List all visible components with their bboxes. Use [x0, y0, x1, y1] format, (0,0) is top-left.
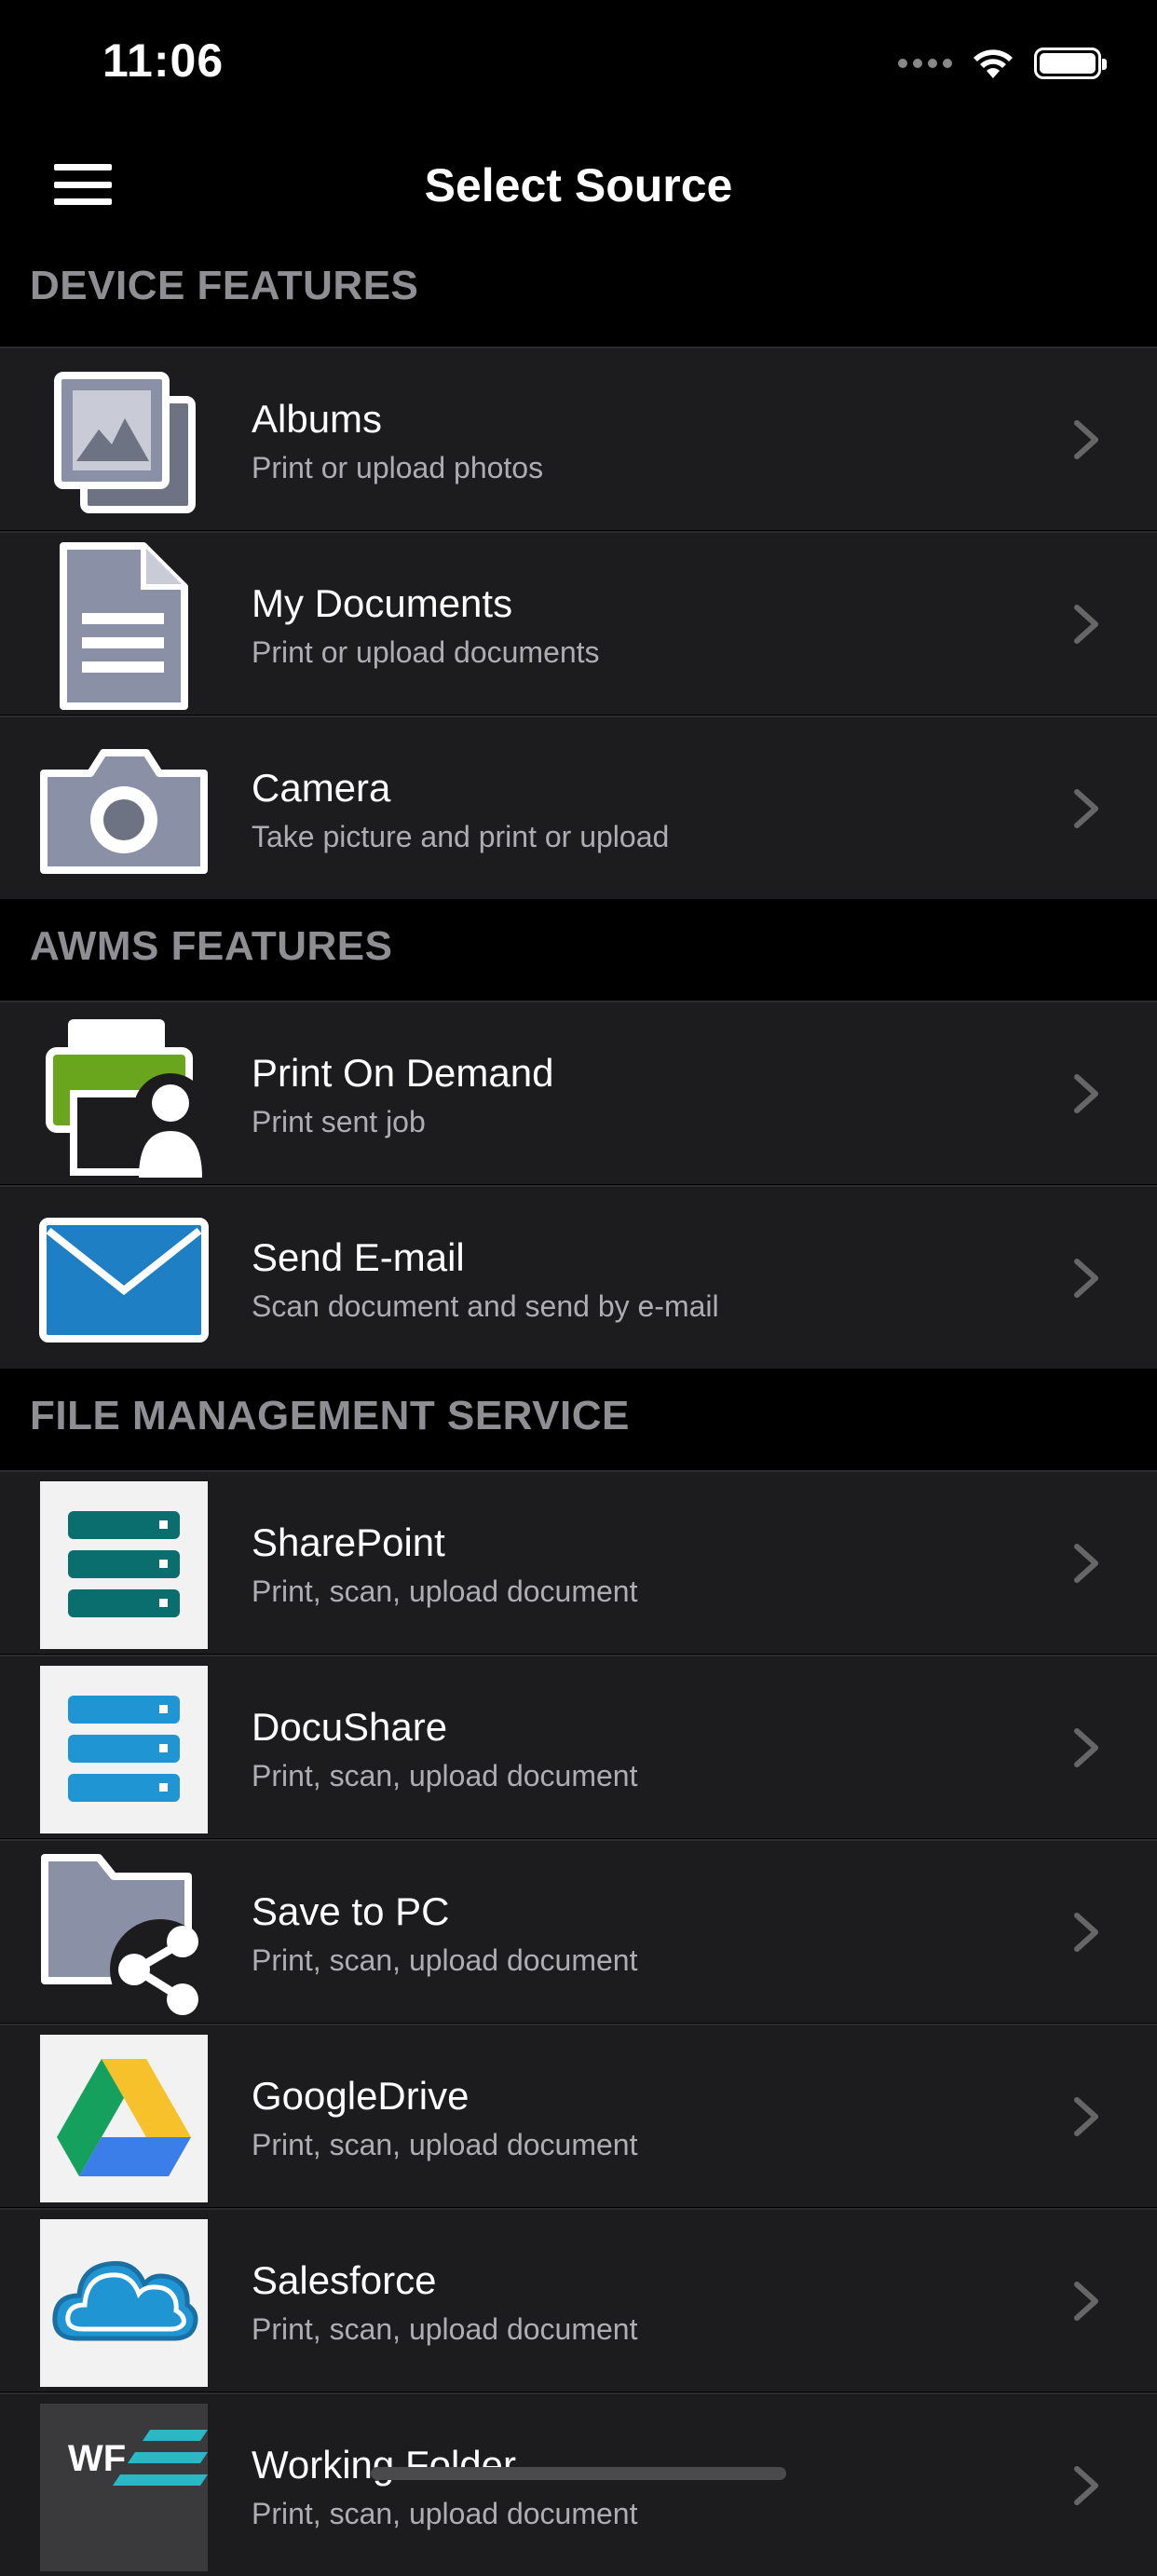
list-item-working-folder[interactable]: WF Working Folder Print, scan, upload do…: [0, 2392, 1157, 2576]
chevron-right-icon: [1074, 1728, 1098, 1767]
cloud-icon: [37, 2219, 210, 2387]
item-title: GoogleDrive: [252, 2074, 470, 2118]
item-title: My Documents: [252, 581, 513, 625]
item-subtitle: Print, scan, upload document: [252, 1759, 638, 1792]
item-subtitle: Scan document and send by e-mail: [252, 1289, 719, 1323]
navigation-bar: Select Source: [0, 130, 1157, 239]
item-subtitle: Print, scan, upload document: [252, 2312, 638, 2346]
wifi-icon: [973, 49, 1013, 78]
item-subtitle: Print, scan, upload document: [252, 2497, 638, 2530]
list-item-print-on-demand[interactable]: Print On Demand Print sent job: [0, 1001, 1157, 1184]
chevron-right-icon: [1074, 789, 1098, 828]
google-drive-icon: [37, 2035, 210, 2202]
envelope-icon: [37, 1196, 210, 1364]
list-item-my-documents[interactable]: My Documents Print or upload documents: [0, 531, 1157, 715]
camera-icon: [37, 727, 210, 894]
cellular-signal-icon: [898, 59, 952, 68]
document-icon: [37, 542, 210, 710]
page-title: Select Source: [424, 159, 733, 211]
status-bar: 11:06: [0, 0, 1157, 130]
item-title: Salesforce: [252, 2258, 437, 2302]
server-teal-icon: [37, 1481, 210, 1649]
item-subtitle: Print, scan, upload document: [252, 1574, 638, 1608]
item-subtitle: Print or upload documents: [252, 635, 600, 669]
working-folder-icon: WF: [37, 2404, 210, 2571]
chevron-right-icon: [1074, 2097, 1098, 2136]
printer-user-icon: [37, 1012, 210, 1179]
item-title: Working Folder: [252, 2443, 516, 2487]
list-item-googledrive[interactable]: GoogleDrive Print, scan, upload document: [0, 2024, 1157, 2207]
item-subtitle: Print, scan, upload document: [252, 2128, 638, 2161]
home-indicator[interactable]: [371, 2467, 786, 2480]
list-item-sharepoint[interactable]: SharePoint Print, scan, upload document: [0, 1470, 1157, 1654]
list-item-save-to-pc[interactable]: Save to PC Print, scan, upload document: [0, 1839, 1157, 2023]
item-subtitle: Print sent job: [252, 1105, 426, 1138]
status-time: 11:06: [102, 34, 225, 87]
item-title: SharePoint: [252, 1520, 445, 1564]
list-item-salesforce[interactable]: Salesforce Print, scan, upload document: [0, 2208, 1157, 2392]
chevron-right-icon: [1074, 2282, 1098, 2321]
item-title: Albums: [252, 397, 383, 441]
item-title: Camera: [252, 766, 391, 810]
photo-albums-icon: [37, 358, 210, 525]
item-title: Send E-mail: [252, 1235, 465, 1279]
item-title: Save to PC: [252, 1889, 450, 1933]
chevron-right-icon: [1074, 1259, 1098, 1298]
item-subtitle: Take picture and print or upload: [252, 820, 670, 853]
folder-share-icon: [37, 1850, 210, 2018]
chevron-right-icon: [1074, 1544, 1098, 1583]
item-title: DocuShare: [252, 1705, 448, 1749]
chevron-right-icon: [1074, 1074, 1098, 1113]
chevron-right-icon: [1074, 605, 1098, 644]
section-header-awms-features: AWMS FEATURES: [0, 900, 1157, 1001]
server-blue-icon: [37, 1666, 210, 1833]
item-subtitle: Print or upload photos: [252, 451, 544, 484]
chevron-right-icon: [1074, 1913, 1098, 1952]
item-subtitle: Print, scan, upload document: [252, 1943, 638, 1977]
section-header-device-features: DEVICE FEATURES: [0, 263, 1157, 347]
list-item-docushare[interactable]: DocuShare Print, scan, upload document: [0, 1655, 1157, 1838]
section-header-file-management-service: FILE MANAGEMENT SERVICE: [0, 1370, 1157, 1470]
list-item-send-email[interactable]: Send E-mail Scan document and send by e-…: [0, 1185, 1157, 1369]
chevron-right-icon: [1074, 420, 1098, 459]
list-item-camera[interactable]: Camera Take picture and print or upload: [0, 716, 1157, 899]
chevron-right-icon: [1074, 2466, 1098, 2505]
list-item-albums[interactable]: Albums Print or upload photos: [0, 347, 1157, 530]
wf-badge: WF: [68, 2438, 126, 2479]
item-title: Print On Demand: [252, 1051, 554, 1095]
status-icons: [898, 41, 1107, 86]
battery-icon: [1034, 48, 1107, 79]
